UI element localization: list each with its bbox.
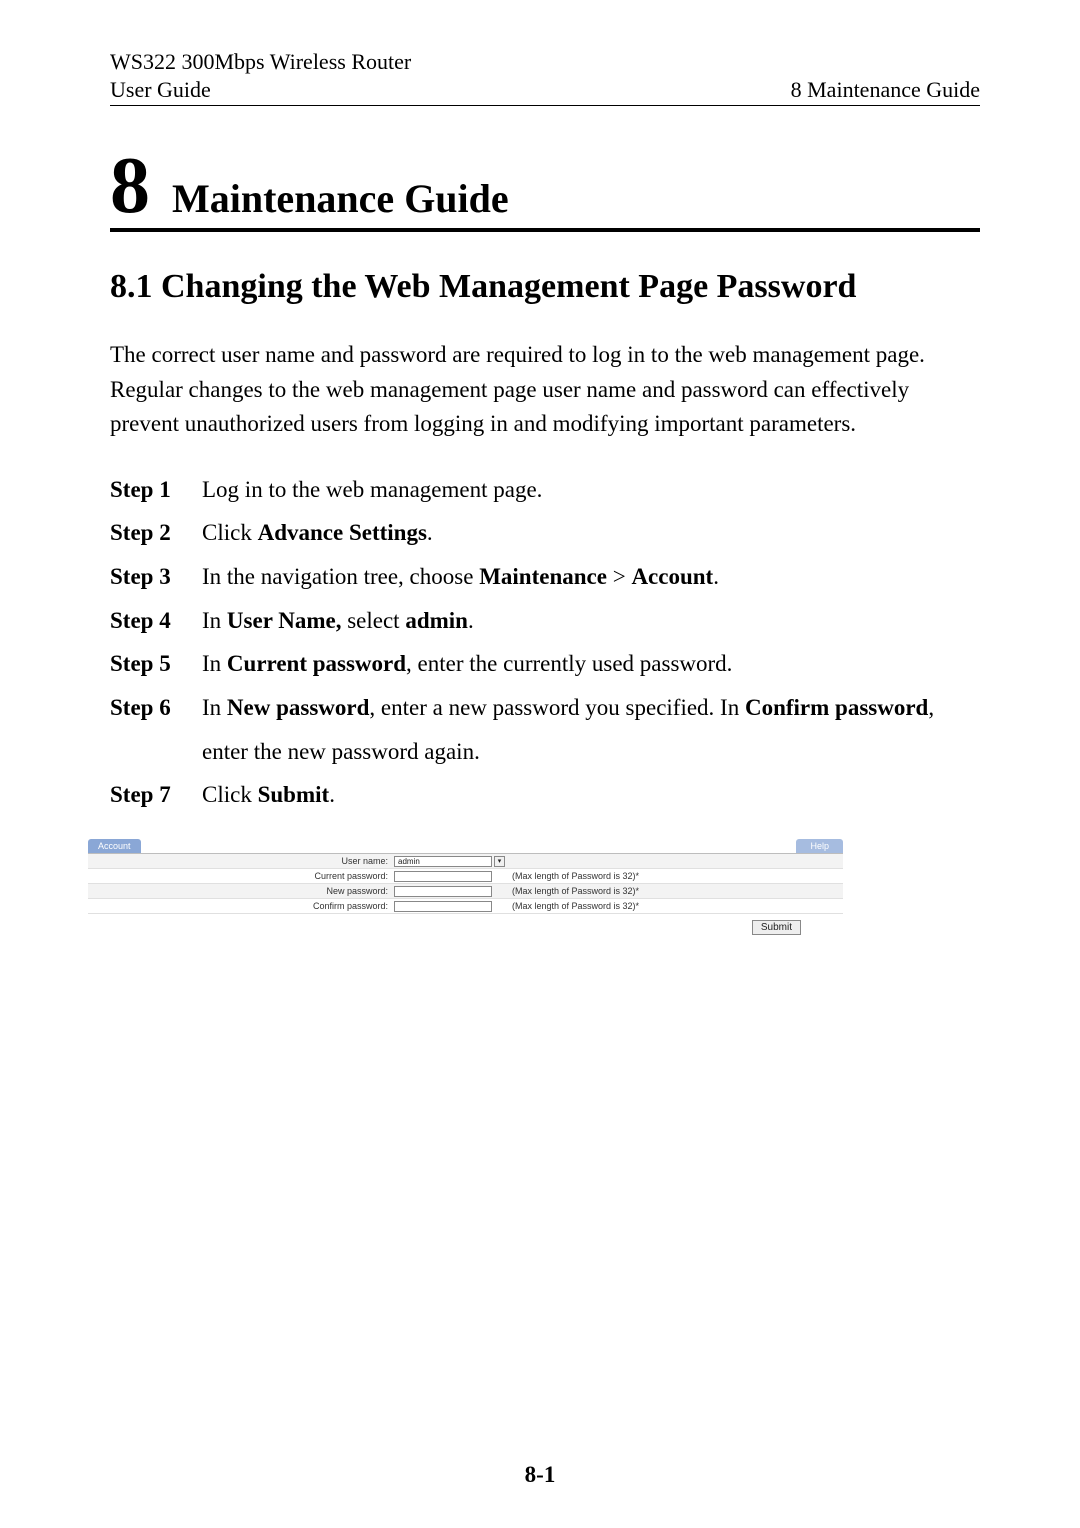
account-form-figure: Account Help User name: admin ▾ Current … [88,839,843,935]
step-row: Step 4In User Name, select admin. [110,599,980,643]
step-label: Step 6 [110,686,202,773]
username-select[interactable]: admin [394,856,492,867]
page-number: 8-1 [0,1462,1080,1488]
tab-help[interactable]: Help [796,839,843,853]
new-password-input[interactable] [394,886,492,897]
step-body: Log in to the web management page. [202,468,980,512]
tab-account[interactable]: Account [88,839,141,853]
step-row: Step 6In New password, enter a new passw… [110,686,980,773]
step-row: Step 7Click Submit. [110,773,980,817]
step-label: Step 1 [110,468,202,512]
chapter-heading: 8 Maintenance Guide [110,154,980,232]
label-username: User name: [88,856,394,866]
chapter-number: 8 [110,154,150,218]
step-body: In User Name, select admin. [202,599,980,643]
submit-button[interactable]: Submit [752,920,801,935]
step-row: Step 5In Current password, enter the cur… [110,642,980,686]
step-label: Step 5 [110,642,202,686]
hint-new: (Max length of Password is 32)* [512,886,639,896]
header-product: WS322 300Mbps Wireless Router [110,48,980,77]
header-left: User Guide [110,77,211,103]
section-title: 8.1 Changing the Web Management Page Pas… [110,266,980,309]
step-label: Step 2 [110,511,202,555]
step-label: Step 7 [110,773,202,817]
step-label: Step 3 [110,555,202,599]
step-list: Step 1Log in to the web management page.… [110,468,980,818]
step-body: Click Advance Settings. [202,511,980,555]
current-password-input[interactable] [394,871,492,882]
confirm-password-input[interactable] [394,901,492,912]
section-intro: The correct user name and password are r… [110,338,980,442]
hint-current: (Max length of Password is 32)* [512,871,639,881]
label-confirm-password: Confirm password: [88,901,394,911]
hint-confirm: (Max length of Password is 32)* [512,901,639,911]
header-right: 8 Maintenance Guide [791,77,980,103]
step-row: Step 2Click Advance Settings. [110,511,980,555]
chapter-title: Maintenance Guide [172,175,509,222]
step-body: In New password, enter a new password yo… [202,686,980,773]
step-label: Step 4 [110,599,202,643]
step-row: Step 3In the navigation tree, choose Mai… [110,555,980,599]
label-current-password: Current password: [88,871,394,881]
step-row: Step 1Log in to the web management page. [110,468,980,512]
step-body: In the navigation tree, choose Maintenan… [202,555,980,599]
chevron-down-icon[interactable]: ▾ [494,856,505,867]
label-new-password: New password: [88,886,394,896]
step-body: In Current password, enter the currently… [202,642,980,686]
step-body: Click Submit. [202,773,980,817]
